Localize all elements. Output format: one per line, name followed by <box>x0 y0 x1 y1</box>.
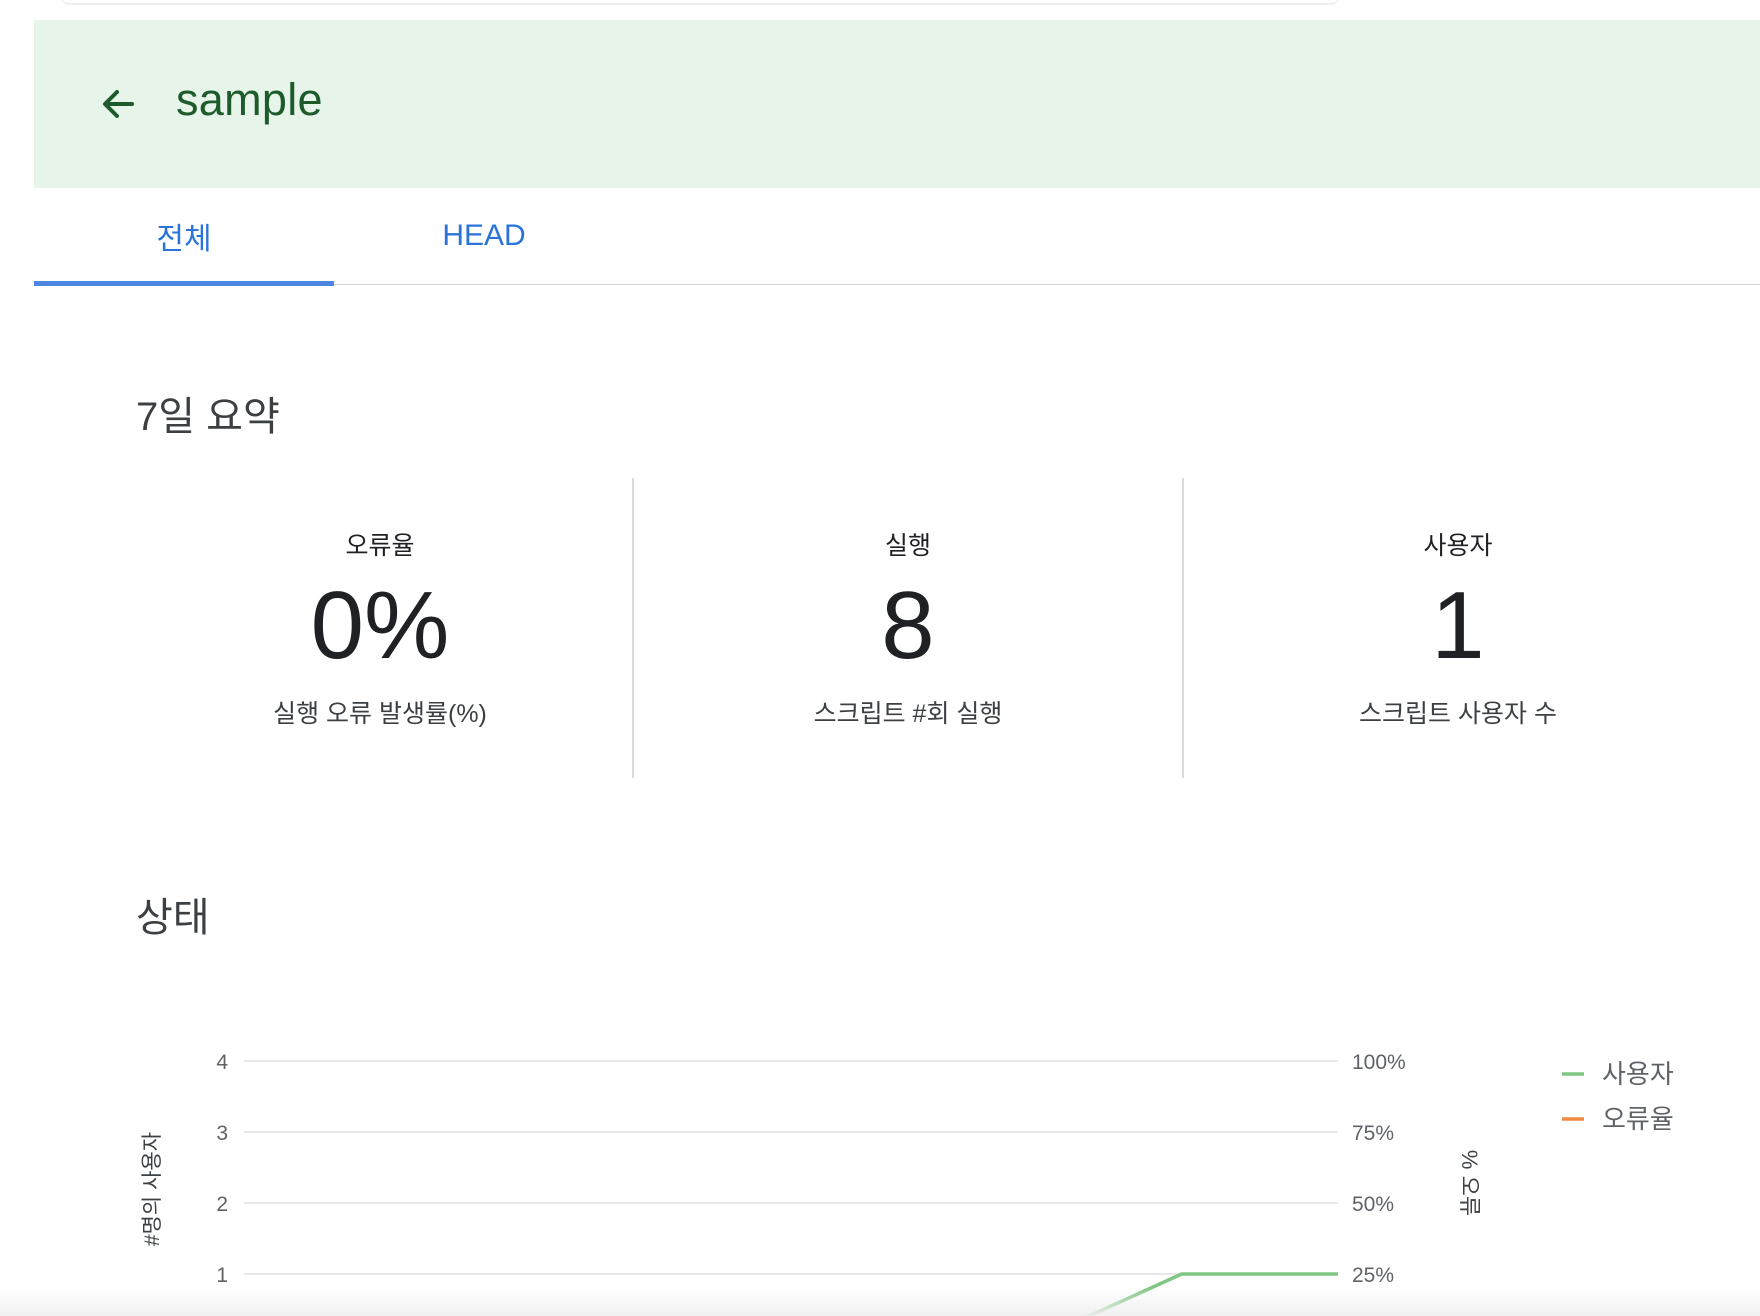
right-axis-tick-label: 75% <box>1352 1122 1394 1145</box>
back-button[interactable] <box>92 78 144 130</box>
metric-value: 0% <box>310 572 450 679</box>
metric-description: 스크립트 #회 실행 <box>813 700 1003 728</box>
left-axis-tick-label: 3 <box>216 1122 228 1145</box>
tab-all[interactable]: 전체 <box>34 188 334 284</box>
left-axis-tick-label: 4 <box>216 1051 228 1074</box>
active-tab-indicator <box>34 281 334 286</box>
metric-label: 실행 <box>884 532 931 560</box>
status-section-title: 상태 <box>136 896 210 940</box>
page-title: sample <box>176 74 323 125</box>
metric-executions: 실행 8 스크립트 #회 실행 <box>634 478 1182 778</box>
legend-label: 오류율 <box>1602 1104 1674 1134</box>
left-axis-tick-label: 1 <box>216 1264 228 1287</box>
legend-label: 사용자 <box>1602 1059 1674 1089</box>
left-axis-label: #명의 사용자 <box>141 1132 164 1246</box>
right-axis-tick-label: 50% <box>1352 1193 1394 1216</box>
metric-value: 1 <box>1431 572 1485 679</box>
right-axis-tick-label: 100% <box>1352 1051 1406 1074</box>
top-search-bar-edge <box>60 0 1340 5</box>
metric-label: 오류율 <box>345 532 415 560</box>
metric-value: 8 <box>881 572 935 679</box>
left-axis-tick-label: 2 <box>216 1193 228 1216</box>
right-axis-label: % 오류 <box>1457 1150 1482 1216</box>
metric-description: 실행 오류 발생률(%) <box>273 700 487 728</box>
summary-section-title: 7일 요약 <box>136 395 280 439</box>
metric-users: 사용자 1 스크립트 사용자 수 <box>1184 478 1732 778</box>
series-line-users <box>1085 1272 1338 1316</box>
metric-description: 스크립트 사용자 수 <box>1359 700 1557 728</box>
tab-head[interactable]: HEAD <box>334 188 634 284</box>
arrow-left-icon <box>103 90 134 118</box>
metric-label: 사용자 <box>1423 532 1493 560</box>
app-page: sample 전체 HEAD 7일 요약 오류율 0% 실행 오류 발생률(%)… <box>0 0 1760 1316</box>
right-axis-tick-label: 25% <box>1352 1264 1394 1287</box>
status-chart: 4 100% 3 75% 2 50% 1 25% #명의 사용자 % 오류 사용자오류율 <box>141 1051 1674 1316</box>
tab-bar: 전체 HEAD <box>34 188 1760 286</box>
metric-error-rate: 오류율 0% 실행 오류 발생률(%) <box>130 478 630 778</box>
